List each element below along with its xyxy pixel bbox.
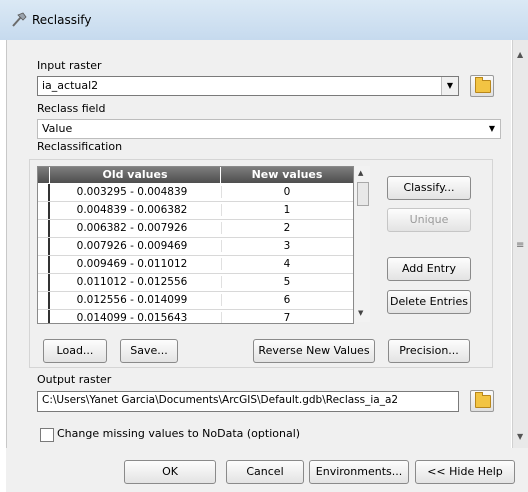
open-folder-icon (475, 392, 491, 408)
reclass-field-label: Reclass field (37, 102, 106, 115)
old-value-cell[interactable]: 0.006382 - 0.007926 (50, 222, 214, 234)
table-row[interactable]: 0.009469 - 0.011012 4 (38, 256, 353, 274)
row-selector[interactable] (38, 274, 50, 291)
table-row[interactable]: 0.007926 - 0.009469 3 (38, 238, 353, 256)
new-value-cell[interactable]: 2 (221, 222, 352, 234)
table-row[interactable]: 0.004839 - 0.006382 1 (38, 202, 353, 220)
scroll-down-icon[interactable]: ▼ (517, 432, 523, 441)
table-row[interactable]: 0.003295 - 0.004839 0 (38, 184, 353, 202)
column-header-new[interactable]: New values (221, 167, 353, 183)
delete-entries-button[interactable]: Delete Entries (387, 290, 471, 314)
reclass-field-combo[interactable]: Value ▼ (37, 119, 501, 139)
reclass-field-value: Value (42, 122, 73, 135)
add-entry-button[interactable]: Add Entry (387, 257, 471, 281)
environments-button[interactable]: Environments... (309, 460, 409, 484)
row-selector[interactable] (38, 238, 50, 255)
nodata-checkbox[interactable] (40, 428, 54, 442)
scroll-up-icon[interactable]: ▲ (358, 169, 363, 177)
load-button[interactable]: Load... (43, 339, 107, 363)
table-row[interactable]: 0.014099 - 0.015643 7 (38, 310, 353, 323)
row-header-corner (38, 167, 49, 183)
column-header-old[interactable]: Old values (50, 167, 220, 183)
reclassification-label: Reclassification (37, 140, 123, 153)
old-value-cell[interactable]: 0.003295 - 0.004839 (50, 186, 214, 198)
save-button[interactable]: Save... (120, 339, 178, 363)
cancel-button[interactable]: Cancel (226, 460, 304, 484)
help-panel-scrollbar[interactable]: ▲ ≡ ▼ (512, 40, 528, 448)
new-value-cell[interactable]: 5 (221, 276, 352, 288)
table-scrollbar[interactable]: ▲ ▼ (355, 166, 370, 322)
new-value-cell[interactable]: 0 (221, 186, 352, 198)
old-value-cell[interactable]: 0.009469 - 0.011012 (50, 258, 214, 270)
input-raster-combo[interactable]: ia_actual2 ▼ (37, 76, 459, 96)
row-selector[interactable] (38, 310, 50, 323)
new-value-cell[interactable]: 1 (221, 204, 352, 216)
input-raster-label: Input raster (37, 59, 102, 72)
old-value-cell[interactable]: 0.012556 - 0.014099 (50, 294, 214, 306)
old-value-cell[interactable]: 0.004839 - 0.006382 (50, 204, 214, 216)
title-bar: Reclassify (0, 0, 528, 40)
row-selector[interactable] (38, 202, 50, 219)
browse-input-button[interactable] (470, 75, 494, 97)
table-row[interactable]: 0.006382 - 0.007926 2 (38, 220, 353, 238)
splitter-grip-icon[interactable]: ≡ (516, 240, 524, 251)
reclass-table[interactable]: Old values New values 0.003295 - 0.00483… (37, 166, 354, 324)
hide-help-button[interactable]: << Hide Help (415, 460, 515, 484)
row-selector[interactable] (38, 292, 50, 309)
reverse-new-values-button[interactable]: Reverse New Values (253, 339, 375, 363)
row-selector[interactable] (38, 256, 50, 273)
scroll-down-icon[interactable]: ▼ (358, 309, 363, 317)
old-value-cell[interactable]: 0.011012 - 0.012556 (50, 276, 214, 288)
new-value-cell[interactable]: 3 (221, 240, 352, 252)
scroll-up-icon[interactable]: ▲ (517, 50, 523, 59)
table-row[interactable]: 0.011012 - 0.012556 5 (38, 274, 353, 292)
output-raster-field[interactable]: C:\Users\Yanet Garcia\Documents\ArcGIS\D… (37, 391, 459, 412)
new-value-cell[interactable]: 7 (221, 312, 352, 323)
table-row[interactable]: 0.012556 - 0.014099 6 (38, 292, 353, 310)
output-raster-label: Output raster (37, 373, 112, 386)
scroll-thumb[interactable] (357, 182, 369, 206)
ok-button[interactable]: OK (124, 460, 216, 484)
open-folder-icon (475, 77, 491, 93)
chevron-down-icon[interactable]: ▼ (484, 120, 500, 138)
old-value-cell[interactable]: 0.014099 - 0.015643 (50, 312, 214, 323)
new-value-cell[interactable]: 4 (221, 258, 352, 270)
precision-button[interactable]: Precision... (388, 339, 470, 363)
output-raster-value: C:\Users\Yanet Garcia\Documents\ArcGIS\D… (42, 394, 399, 406)
nodata-checkbox-label[interactable]: Change missing values to NoData (optiona… (57, 427, 300, 440)
browse-output-button[interactable] (470, 390, 494, 412)
old-value-cell[interactable]: 0.007926 - 0.009469 (50, 240, 214, 252)
row-selector[interactable] (38, 220, 50, 237)
row-selector[interactable] (38, 184, 50, 201)
window-title: Reclassify (32, 13, 92, 27)
chevron-down-icon[interactable]: ▼ (441, 77, 458, 95)
classify-button[interactable]: Classify... (387, 176, 471, 200)
input-raster-value: ia_actual2 (42, 79, 99, 92)
new-value-cell[interactable]: 6 (221, 294, 352, 306)
hammer-icon (12, 12, 27, 27)
unique-button[interactable]: Unique (387, 208, 471, 232)
